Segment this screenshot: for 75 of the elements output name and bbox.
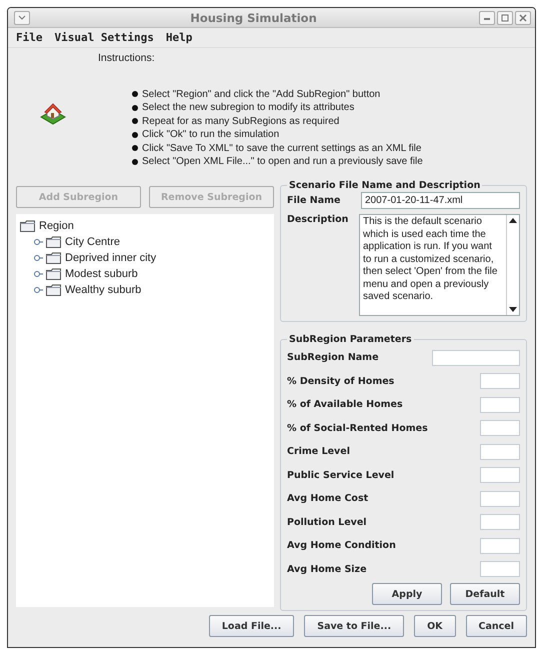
bullet-icon xyxy=(132,104,138,111)
collapsed-handle-icon[interactable] xyxy=(34,286,43,294)
input-field[interactable] xyxy=(480,490,520,507)
input-field[interactable] xyxy=(480,373,520,390)
folder-icon xyxy=(46,268,62,280)
dialog-button[interactable]: Load File... xyxy=(208,615,294,637)
instruction-text: Click "Ok" to run the simulation xyxy=(142,128,280,142)
instruction-text: Select "Open XML File..." to open and run a previously save file xyxy=(142,155,423,168)
instruction-text: Select "Region" and click the "Add SubRegion" button xyxy=(142,88,380,101)
input-field[interactable] xyxy=(432,350,520,366)
description-text: This is the default scenario which is used each time the application is run. If you want to run a customized scenario, then select 'Open' from the file menu and open a previously saved scenario. xyxy=(362,215,498,304)
collapsed-handle-icon[interactable] xyxy=(34,254,43,262)
menu-item[interactable]: Help xyxy=(166,31,192,44)
input-field[interactable] xyxy=(480,444,520,460)
caret-icon xyxy=(18,14,26,20)
scrollbar[interactable] xyxy=(506,215,519,315)
maximize-icon xyxy=(501,14,509,22)
folder-icon xyxy=(20,220,36,232)
bullet-icon xyxy=(132,132,138,138)
field-label: % of Available Homes xyxy=(287,399,403,410)
scroll-up-icon[interactable] xyxy=(509,218,517,223)
maximize-button[interactable] xyxy=(497,10,513,24)
tree-item[interactable]: Modest suburb xyxy=(65,268,138,280)
field-label: Description xyxy=(287,214,350,225)
field-label: Crime Level xyxy=(287,446,350,458)
window-menu-button[interactable] xyxy=(14,10,30,24)
menu-item[interactable]: File xyxy=(16,31,42,44)
close-icon xyxy=(519,14,527,22)
description-field[interactable]: This is the default scenario which is used each time the application is run. If you want to run a customized scenario, then select 'Open' from the file menu and open a previously saved scenario. xyxy=(359,214,520,316)
panel-button[interactable]: Default xyxy=(450,583,520,605)
dialog-button[interactable]: Cancel xyxy=(466,615,527,637)
field-label: Public Service Level xyxy=(287,470,394,481)
folder-icon xyxy=(46,236,62,248)
collapsed-handle-icon[interactable] xyxy=(34,270,43,278)
bullet-icon xyxy=(132,145,138,152)
field-label: Avg Home Cost xyxy=(287,493,368,504)
dialog-button[interactable]: OK xyxy=(414,615,456,637)
input-field[interactable] xyxy=(480,396,520,413)
house-icon xyxy=(40,102,66,126)
file-name-field[interactable]: 2007-01-20-11-47.xml xyxy=(361,192,520,209)
field-label: File Name xyxy=(287,195,342,206)
bullet-icon xyxy=(132,158,138,165)
panel-title: Scenario File Name and Description xyxy=(288,180,482,191)
input-field[interactable] xyxy=(480,514,520,530)
input-field[interactable] xyxy=(480,538,520,554)
bullet-icon xyxy=(132,91,138,98)
collapsed-handle-icon[interactable] xyxy=(34,238,43,246)
instruction-text: Click "Save To XML" to save the current settings as an XML file xyxy=(142,142,422,155)
instruction-text: Select the new subregion to modify its attributes xyxy=(142,101,354,114)
folder-icon xyxy=(46,284,62,296)
field-label: % of Social-Rented Homes xyxy=(287,422,428,434)
tree-item[interactable]: Region xyxy=(39,220,74,232)
tree-item[interactable]: Deprived inner city xyxy=(65,252,156,264)
instruction-text: Repeat for as many SubRegions as required xyxy=(142,114,340,128)
menu-item[interactable]: Visual Settings xyxy=(54,31,154,44)
input-field[interactable] xyxy=(480,420,520,436)
minimize-button[interactable] xyxy=(479,10,495,24)
folder-icon xyxy=(46,252,62,264)
field-label: Pollution Level xyxy=(287,516,367,528)
dialog-button[interactable]: Save to File... xyxy=(304,615,404,637)
instructions-heading: Instructions: xyxy=(98,52,156,66)
tree-item[interactable]: City Centre xyxy=(65,236,120,248)
panel-button[interactable]: Apply xyxy=(372,583,442,605)
input-field[interactable] xyxy=(480,467,520,484)
field-label: Avg Home Condition xyxy=(287,540,396,552)
field-label: Avg Home Size xyxy=(287,564,367,575)
scroll-down-icon[interactable] xyxy=(509,307,517,312)
field-label: % Density of Homes xyxy=(287,376,394,387)
tree-item[interactable]: Wealthy suburb xyxy=(65,284,142,296)
field-label: SubRegion Name xyxy=(287,352,379,364)
close-button[interactable] xyxy=(515,10,531,24)
panel-title: SubRegion Parameters xyxy=(288,334,413,345)
input-field[interactable] xyxy=(480,561,520,578)
bullet-icon xyxy=(132,118,138,124)
window-title: Housing Simulation xyxy=(189,10,318,24)
